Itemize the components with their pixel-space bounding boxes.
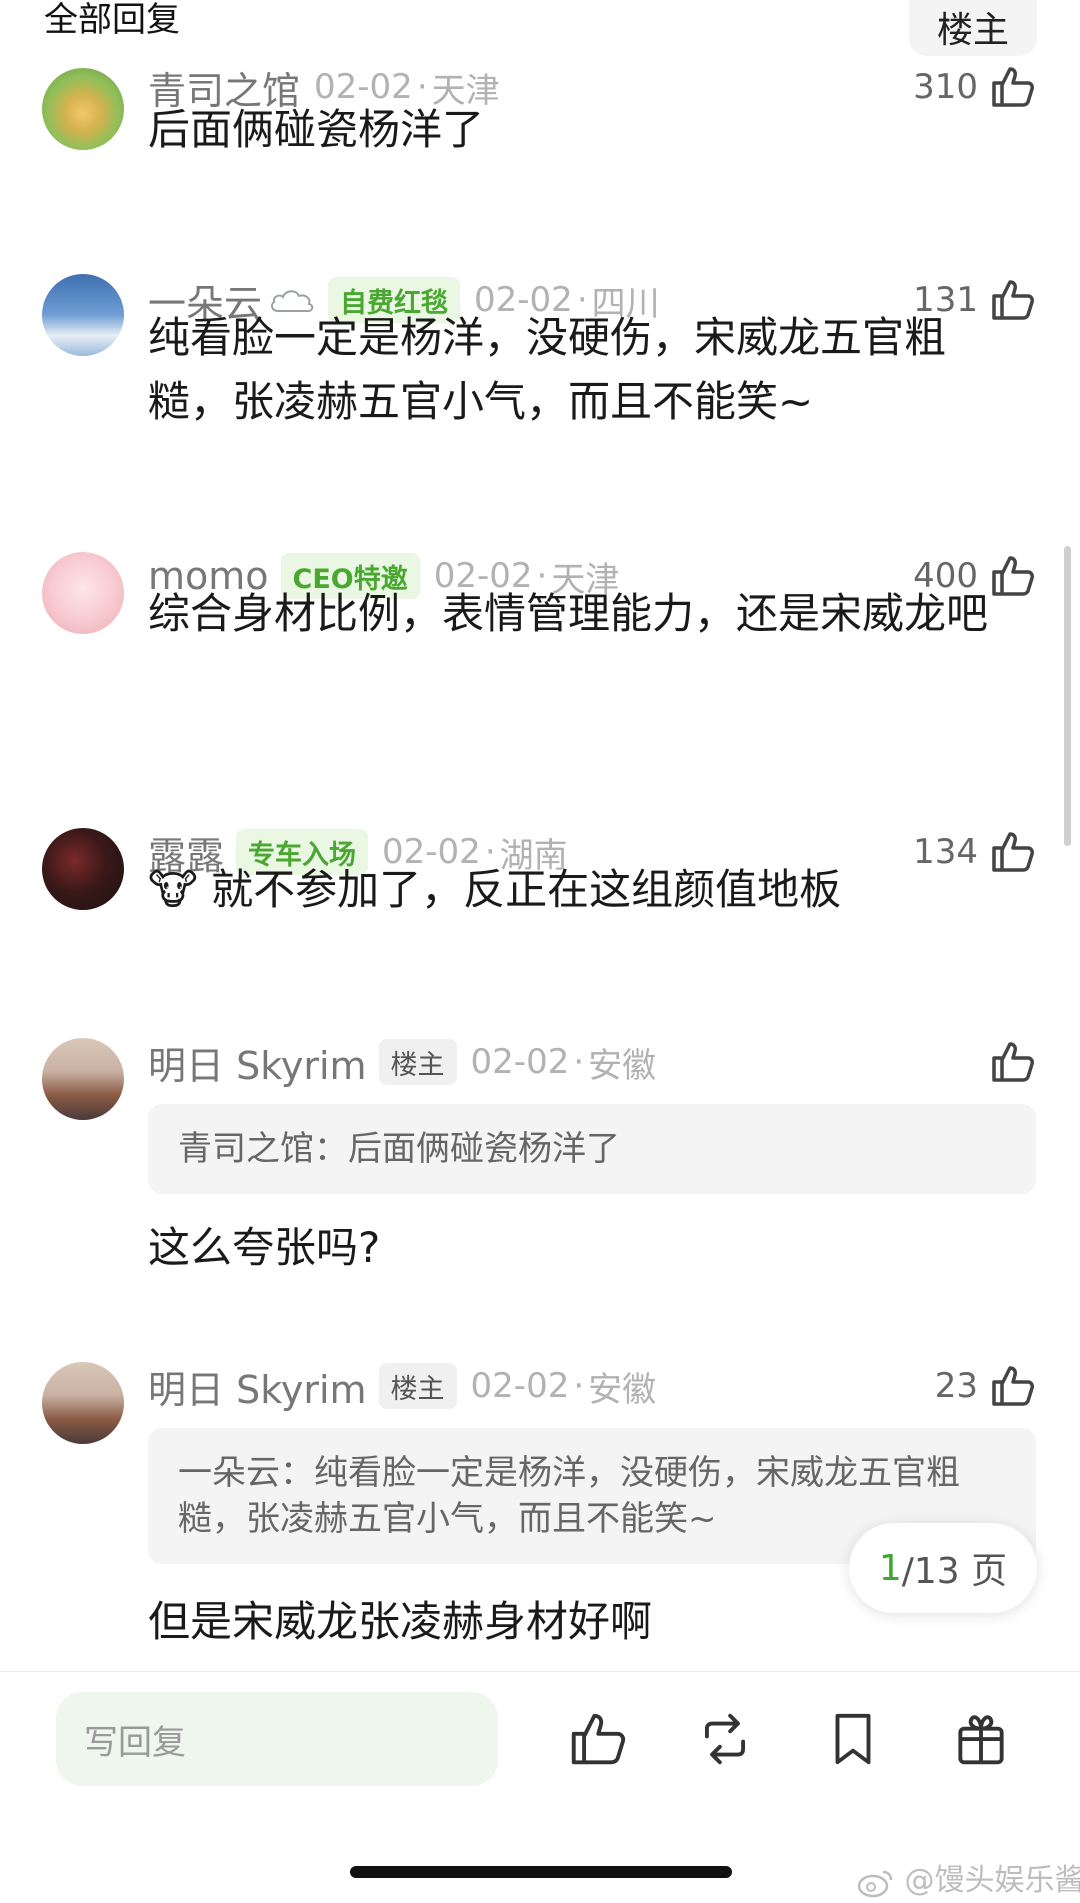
comment-text: 综合身材比例，表情管理能力，还是宋威龙吧	[148, 589, 989, 638]
cow-emoji: 🐮	[148, 865, 198, 914]
quoted-reply[interactable]: 青司之馆：后面俩碰瓷杨洋了	[148, 1104, 1036, 1194]
watermark: @馒头娱乐酱	[855, 1855, 1080, 1899]
comment-date: 02-02	[470, 1366, 570, 1406]
thumbs-up-icon	[992, 1366, 1034, 1406]
thumbs-up-icon[interactable]	[566, 1708, 628, 1770]
reply-input[interactable]: 写回复	[56, 1692, 498, 1786]
comment-text: 这么夸张吗?	[148, 1223, 381, 1272]
op-badge: 楼主	[378, 1363, 457, 1409]
comment-location: 安徽	[588, 1045, 657, 1086]
comment-text: 🐮 就不参加了，反正在这组颜值地板	[148, 858, 1018, 922]
page-indicator[interactable]: 1/13 页	[849, 1523, 1037, 1613]
like-count: 23	[934, 1366, 978, 1406]
op-badge: 楼主	[378, 1039, 457, 1085]
op-filter-button[interactable]: 楼主	[909, 0, 1037, 56]
separator-dot: ·	[573, 1042, 585, 1082]
separator-dot: ·	[573, 1366, 585, 1406]
comment-text: 后面俩碰瓷杨洋了	[148, 105, 485, 154]
avatar[interactable]	[42, 552, 124, 634]
username[interactable]: 明日 Skyrim	[148, 1035, 367, 1090]
like-button[interactable]: 23	[935, 1356, 1036, 1416]
comment-text-content: 就不参加了，反正在这组颜值地板	[211, 865, 842, 914]
thumbs-up-icon	[992, 1042, 1034, 1082]
total-pages: /13 页	[901, 1551, 1008, 1592]
scrollbar[interactable]	[1064, 546, 1071, 846]
comment-meta: 明日 Skyrim 楼主 02-02 · 安徽	[148, 1032, 656, 1092]
header-title: 全部回复	[44, 0, 180, 40]
avatar[interactable]	[42, 68, 124, 150]
comment-text: 纯看脸一定是杨洋，没硬伤，宋威龙五官粗糙，张凌赫五官小气，而且不能笑~	[148, 313, 947, 426]
comment-meta: 明日 Skyrim 楼主 02-02 · 安徽	[148, 1356, 656, 1416]
comment-location: 安徽	[588, 1369, 657, 1410]
avatar[interactable]	[42, 1362, 124, 1444]
watermark-text: @馒头娱乐酱	[904, 1863, 1080, 1898]
avatar[interactable]	[42, 828, 124, 910]
current-page: 1	[878, 1547, 902, 1589]
home-indicator	[350, 1866, 732, 1878]
comment-date: 02-02	[470, 1042, 570, 1082]
gift-icon[interactable]	[950, 1708, 1012, 1770]
repost-icon[interactable]	[694, 1708, 756, 1770]
avatar[interactable]	[42, 274, 124, 356]
like-button[interactable]	[978, 1032, 1036, 1092]
username[interactable]: 明日 Skyrim	[148, 1359, 367, 1414]
weibo-icon	[857, 1870, 893, 1897]
avatar[interactable]	[42, 1038, 124, 1120]
bookmark-icon[interactable]	[822, 1708, 884, 1770]
